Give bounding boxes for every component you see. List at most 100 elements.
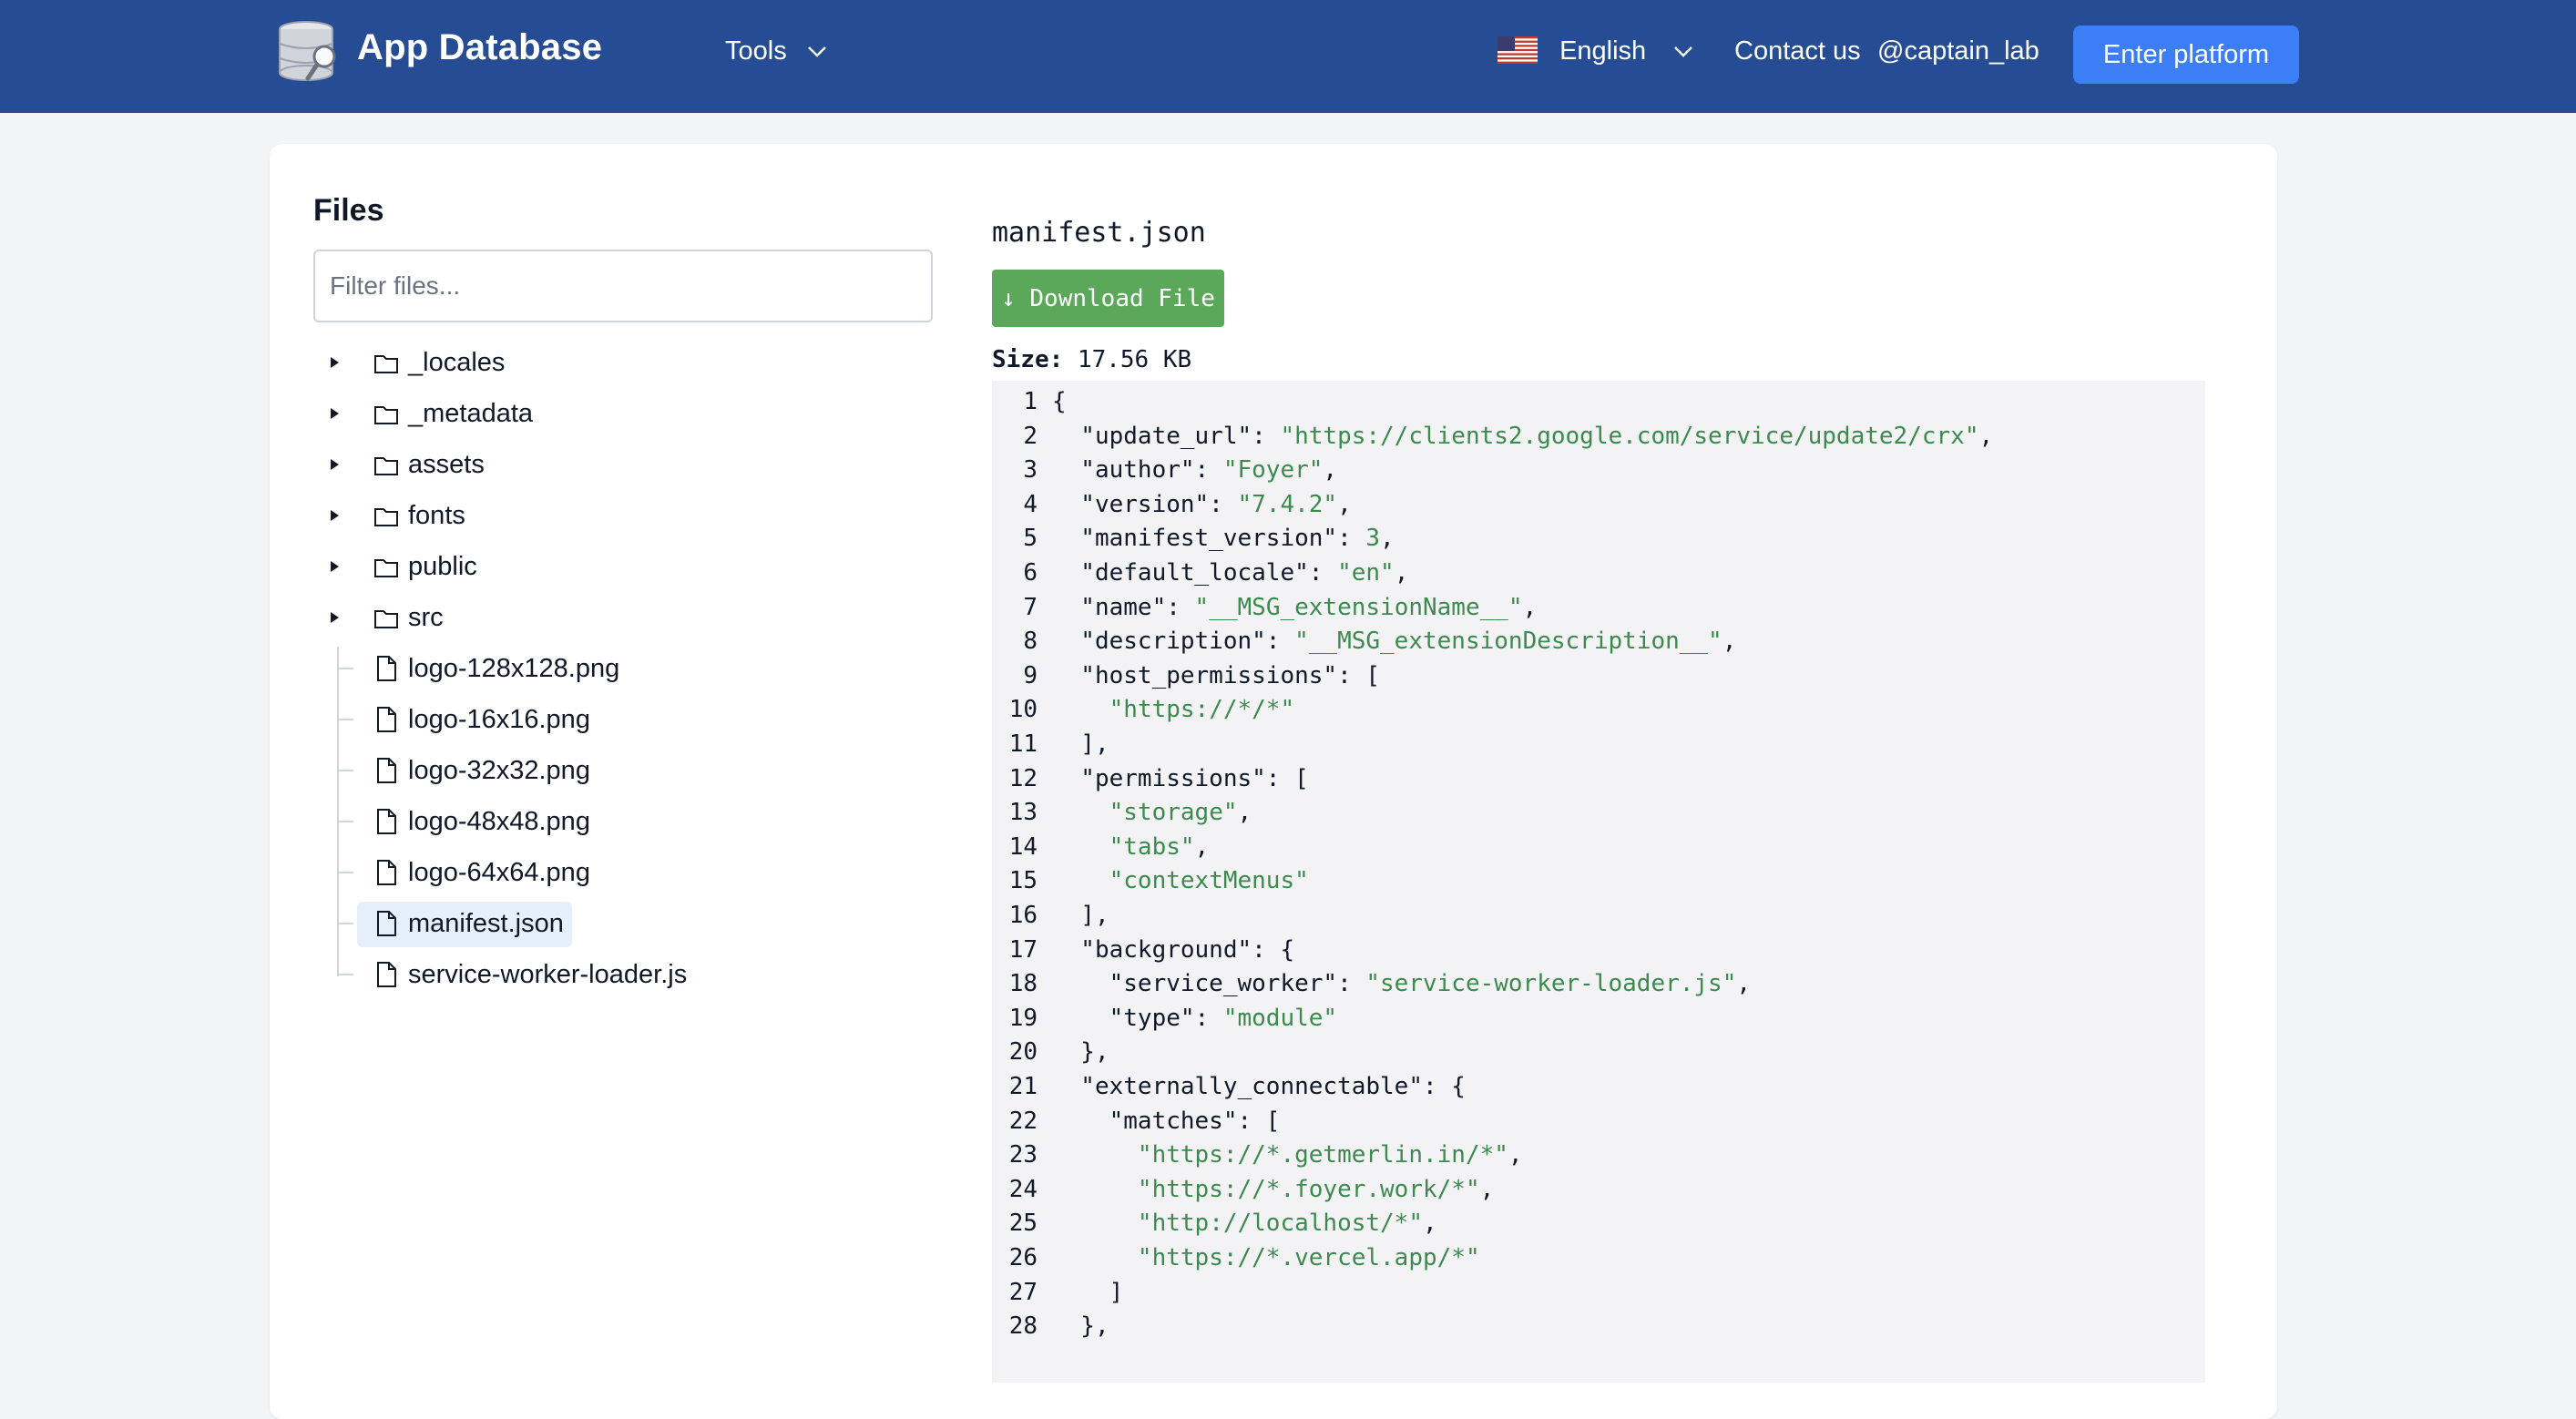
file-icon bbox=[377, 656, 396, 681]
folder-fonts[interactable]: fonts bbox=[373, 494, 465, 537]
line-content: "background": { bbox=[1052, 935, 1295, 964]
captain-lab-link[interactable]: @captain_lab bbox=[1877, 36, 2039, 66]
folder-icon bbox=[374, 610, 398, 628]
enter-platform-button[interactable]: Enter platform bbox=[2073, 26, 2299, 84]
size-label: Size: bbox=[992, 346, 1064, 373]
file-icon bbox=[377, 962, 396, 987]
line-number: 13 bbox=[1008, 799, 1038, 827]
line-number: 26 bbox=[1008, 1244, 1038, 1271]
line-content: "https://*/*" bbox=[1109, 696, 1295, 724]
line-content: "https://*.foyer.work/*", bbox=[1137, 1175, 1495, 1203]
code-line: 3 "author": "Foyer", bbox=[992, 453, 2205, 487]
code-line: 14 "tabs", bbox=[992, 830, 2205, 864]
folder-public[interactable]: public bbox=[373, 545, 477, 588]
line-content: "tabs", bbox=[1109, 832, 1210, 861]
line-content: "host_permissions": [ bbox=[1052, 661, 1381, 689]
folder-metadata[interactable]: _metadata bbox=[373, 392, 533, 435]
line-content: "externally_connectable": { bbox=[1052, 1073, 1466, 1100]
file-logo-128[interactable]: logo-128x128.png bbox=[373, 647, 619, 690]
contact-us-link[interactable]: Contact us bbox=[1734, 36, 1861, 66]
line-content: ] bbox=[1052, 1278, 1124, 1306]
line-number: 23 bbox=[1008, 1141, 1038, 1169]
line-number: 9 bbox=[1023, 661, 1038, 689]
caret-right-icon[interactable] bbox=[329, 407, 340, 420]
filter-files-input[interactable] bbox=[313, 250, 933, 322]
line-content: "service_worker": "service-worker-loader… bbox=[1052, 970, 1752, 998]
download-file-button[interactable]: ↓ Download File bbox=[992, 270, 1224, 327]
line-number: 28 bbox=[1008, 1312, 1038, 1341]
caret-right-icon[interactable] bbox=[329, 611, 340, 624]
database-logo-icon[interactable] bbox=[277, 20, 341, 87]
line-content: }, bbox=[1052, 1312, 1109, 1341]
line-number: 12 bbox=[1008, 764, 1038, 792]
line-number: 20 bbox=[1008, 1038, 1038, 1067]
tree-connector bbox=[337, 821, 353, 822]
files-heading: Files bbox=[313, 193, 384, 228]
line-content: "type": "module" bbox=[1052, 1004, 1338, 1032]
file-service-worker-loader[interactable]: service-worker-loader.js bbox=[373, 953, 687, 996]
line-content: "description": "__MSG_extensionDescripti… bbox=[1052, 628, 1737, 656]
folder-label: _locales bbox=[408, 347, 506, 377]
folder-icon bbox=[374, 559, 398, 577]
file-logo-48[interactable]: logo-48x48.png bbox=[373, 800, 590, 843]
line-number: 22 bbox=[1008, 1107, 1038, 1135]
line-content: "name": "__MSG_extensionName__", bbox=[1052, 593, 1538, 621]
top-navbar: App Database Tools English Contact us @c… bbox=[0, 0, 2576, 113]
code-line: 10 "https://*/*" bbox=[992, 692, 2205, 727]
line-content: ], bbox=[1052, 902, 1109, 929]
code-line: 25 "http://localhost/*", bbox=[992, 1206, 2205, 1240]
file-label: logo-32x32.png bbox=[408, 755, 590, 785]
folder-label: public bbox=[408, 551, 477, 581]
line-number: 7 bbox=[1023, 593, 1038, 621]
line-content: "contextMenus" bbox=[1109, 867, 1309, 895]
line-number: 15 bbox=[1008, 867, 1038, 895]
code-line: 7 "name": "__MSG_extensionName__", bbox=[992, 590, 2205, 625]
tree-connector bbox=[337, 719, 353, 720]
file-icon bbox=[377, 809, 396, 834]
caret-right-icon[interactable] bbox=[329, 560, 340, 573]
code-line: 23 "https://*.getmerlin.in/*", bbox=[992, 1138, 2205, 1172]
line-content: ], bbox=[1052, 730, 1109, 758]
chevron-down-icon bbox=[1674, 46, 1693, 58]
tree-connector bbox=[337, 770, 353, 771]
folder-locales[interactable]: _locales bbox=[373, 341, 505, 384]
folder-icon bbox=[374, 457, 398, 475]
folder-label: assets bbox=[408, 449, 485, 479]
caret-right-icon[interactable] bbox=[329, 458, 340, 471]
line-content: "update_url": "https://clients2.google.c… bbox=[1052, 422, 1994, 450]
code-line: 16 ], bbox=[992, 898, 2205, 933]
tools-menu[interactable]: Tools bbox=[725, 36, 827, 66]
folder-assets[interactable]: assets bbox=[373, 443, 485, 486]
file-icon bbox=[377, 860, 396, 885]
brand-name[interactable]: App Database bbox=[357, 27, 602, 68]
line-number: 1 bbox=[1023, 388, 1038, 415]
code-line: 8 "description": "__MSG_extensionDescrip… bbox=[992, 624, 2205, 658]
file-manifest-json[interactable]: manifest.json bbox=[373, 902, 564, 945]
line-number: 21 bbox=[1008, 1073, 1038, 1100]
line-content: "author": "Foyer", bbox=[1052, 456, 1338, 485]
code-line: 11 ], bbox=[992, 727, 2205, 761]
line-content: "https://*.getmerlin.in/*", bbox=[1137, 1141, 1523, 1169]
code-line: 13 "storage", bbox=[992, 795, 2205, 830]
code-line: 4 "version": "7.4.2", bbox=[992, 487, 2205, 522]
line-content: { bbox=[1052, 388, 1067, 415]
file-icon bbox=[377, 911, 396, 936]
tree-connector bbox=[337, 647, 339, 976]
file-logo-16[interactable]: logo-16x16.png bbox=[373, 698, 590, 741]
folder-label: src bbox=[408, 602, 444, 632]
code-line: 19 "type": "module" bbox=[992, 1001, 2205, 1036]
caret-right-icon[interactable] bbox=[329, 509, 340, 522]
line-number: 11 bbox=[1008, 730, 1038, 758]
code-viewer[interactable]: 1{2 "update_url": "https://clients2.goog… bbox=[992, 381, 2205, 1383]
line-content: "default_locale": "en", bbox=[1052, 559, 1409, 587]
folder-src[interactable]: src bbox=[373, 596, 444, 639]
language-selector[interactable]: English bbox=[1498, 36, 1693, 66]
caret-right-icon[interactable] bbox=[329, 356, 340, 369]
line-content: "storage", bbox=[1109, 799, 1252, 827]
code-line: 18 "service_worker": "service-worker-loa… bbox=[992, 966, 2205, 1001]
file-label: service-worker-loader.js bbox=[408, 959, 688, 989]
file-logo-64[interactable]: logo-64x64.png bbox=[373, 851, 590, 894]
line-number: 8 bbox=[1023, 628, 1038, 656]
code-line: 17 "background": { bbox=[992, 933, 2205, 967]
file-logo-32[interactable]: logo-32x32.png bbox=[373, 749, 590, 792]
